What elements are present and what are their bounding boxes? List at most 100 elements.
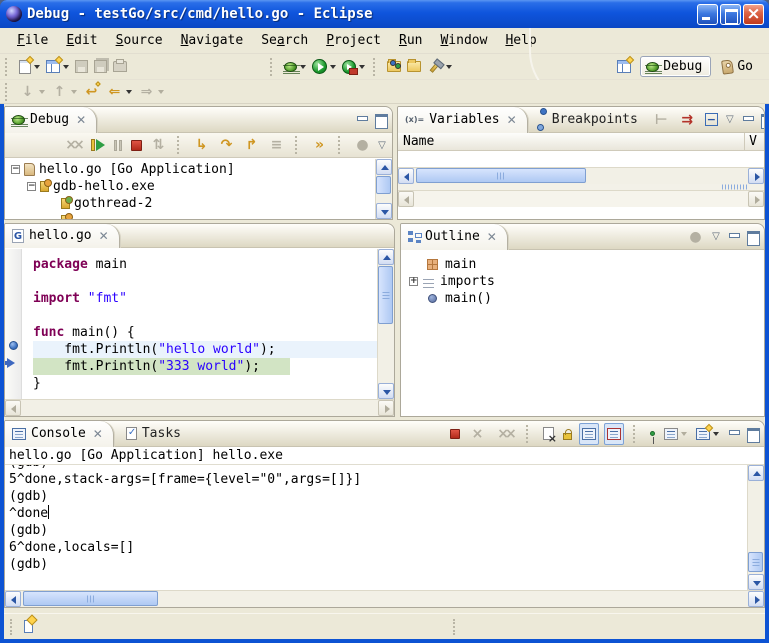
close-tab-icon[interactable]: ✕ [99,229,109,243]
new-project-button[interactable] [44,56,71,78]
scrollbar-thumb[interactable] [376,176,391,194]
instruction-stepping-button[interactable]: ≡ [266,134,287,156]
scroll-up-arrow[interactable] [376,159,392,175]
name-column-header[interactable]: Name [403,134,434,149]
debug-button[interactable] [282,56,308,78]
tab-variables[interactable]: (x)= Variables ✕ [398,107,528,133]
tree-row-launch[interactable]: − hello.go [Go Application] [5,161,375,178]
step-return-button[interactable]: ↱ [241,134,262,156]
remove-all-terminated-button[interactable]: ×× [493,423,517,445]
print-button[interactable] [111,56,129,78]
collapse-toggle-icon[interactable]: − [27,182,36,191]
terminate-button[interactable] [129,134,144,156]
save-all-button[interactable] [92,56,109,78]
show-stdout-button[interactable] [579,423,599,445]
menu-navigate[interactable]: Navigate [172,31,253,50]
tab-breakpoints[interactable]: Breakpoints [528,107,650,133]
menu-window[interactable]: Window [431,31,496,50]
console-output[interactable]: (gdb) 5^done,stack-args=[frame={level="0… [5,465,747,590]
scroll-left-arrow[interactable] [398,191,414,207]
search-button[interactable] [425,56,454,78]
debug-tree-vertical-scrollbar[interactable] [375,159,392,219]
open-resource-button[interactable] [405,56,423,78]
use-step-filters-button[interactable]: » [309,134,330,156]
code-area[interactable]: package main import "fmt" func main() { … [23,249,377,399]
show-logical-structure-button[interactable]: ⊢ [651,109,672,131]
value-column-header[interactable]: V [744,133,761,151]
last-edit-location-button[interactable]: ↩ [81,81,102,103]
outline-item-main-func[interactable]: main() [409,290,764,307]
tree-row-partial[interactable] [5,212,375,219]
scroll-down-arrow[interactable] [748,574,764,590]
view-menu-chevron[interactable]: ▽ [376,140,388,151]
suspend-button[interactable] [111,134,125,156]
remove-launch-button[interactable]: × [467,423,488,445]
scrollbar-thumb[interactable] [416,168,586,183]
scroll-down-arrow[interactable] [378,383,394,399]
tab-console[interactable]: Console ✕ [5,421,114,447]
maximize-view-button[interactable] [747,231,760,242]
scroll-down-arrow[interactable] [376,203,392,219]
tab-hello-go[interactable]: G hello.go ✕ [5,224,120,248]
maximize-view-button[interactable] [761,114,765,125]
scroll-up-arrow[interactable] [378,249,394,265]
breakpoint-marker[interactable] [9,341,18,350]
open-console-button[interactable] [694,423,721,445]
maximize-view-button[interactable] [375,114,388,125]
scroll-up-arrow[interactable] [748,465,764,481]
menu-help[interactable]: Help [496,31,545,50]
forward-button[interactable]: ⇒ [136,81,166,103]
scrollbar-thumb[interactable] [748,552,763,572]
tree-row-thread[interactable]: gothread-2 [5,195,375,212]
minimize-view-button[interactable] [728,428,741,439]
close-tab-icon[interactable]: ✕ [93,427,103,441]
view-menu-chevron[interactable]: ▽ [710,231,722,242]
resume-button[interactable] [89,134,107,156]
menu-edit[interactable]: Edit [57,31,106,50]
minimize-view-button[interactable] [728,231,741,242]
menu-file[interactable]: File [8,31,57,50]
next-annotation-button[interactable]: ↓ [17,81,47,103]
close-tab-icon[interactable]: ✕ [507,113,517,127]
outline-sort-button[interactable]: ● [685,226,706,248]
detail-pane-scrollbar[interactable] [398,190,764,207]
console-terminate-button[interactable] [448,423,462,445]
outline-item-package[interactable]: main [409,256,764,273]
maximize-view-button[interactable] [747,428,760,439]
collapse-all-button[interactable]: − [703,109,720,131]
console-horizontal-scrollbar[interactable] [5,590,764,607]
add-global-variables-button[interactable]: ⇉ [677,109,698,131]
menu-search[interactable]: Search [252,31,317,50]
open-perspective-button[interactable] [615,56,633,78]
minimize-view-button[interactable] [742,114,755,125]
fast-view-button[interactable] [24,620,33,633]
new-wizard-button[interactable] [17,56,42,78]
remove-all-terminated-button[interactable]: ×× [61,134,85,156]
menu-source[interactable]: Source [107,31,172,50]
console-vertical-scrollbar[interactable] [747,465,764,590]
step-into-button[interactable]: ↳ [191,134,212,156]
back-button[interactable]: ⇐ [104,81,134,103]
minimize-view-button[interactable] [356,114,369,125]
window-close-button[interactable] [743,4,764,25]
editor-horizontal-scrollbar[interactable] [5,399,394,416]
previous-annotation-button[interactable]: ↑ [49,81,79,103]
editor-vertical-scrollbar[interactable] [377,249,394,399]
step-over-button[interactable]: ↷ [216,134,237,156]
tab-tasks[interactable]: Tasks [114,421,193,447]
scroll-right-arrow[interactable] [748,191,764,207]
close-tab-icon[interactable]: ✕ [487,230,497,244]
scroll-left-arrow[interactable] [398,168,414,184]
external-tools-button[interactable] [340,56,367,78]
perspective-debug-button[interactable]: Debug [640,56,711,77]
disconnect-button[interactable]: ⇅ [148,134,169,156]
menu-project[interactable]: Project [317,31,390,50]
scroll-left-arrow[interactable] [5,591,21,607]
clear-console-button[interactable] [541,423,556,445]
variables-empty-row[interactable] [398,151,764,167]
tree-row-process[interactable]: − gdb-hello.exe [5,178,375,195]
pin-console-button[interactable] [648,423,657,445]
outline-item-imports[interactable]: + imports [409,273,764,290]
scroll-lock-button[interactable] [561,423,574,445]
scroll-right-arrow[interactable] [748,168,764,184]
